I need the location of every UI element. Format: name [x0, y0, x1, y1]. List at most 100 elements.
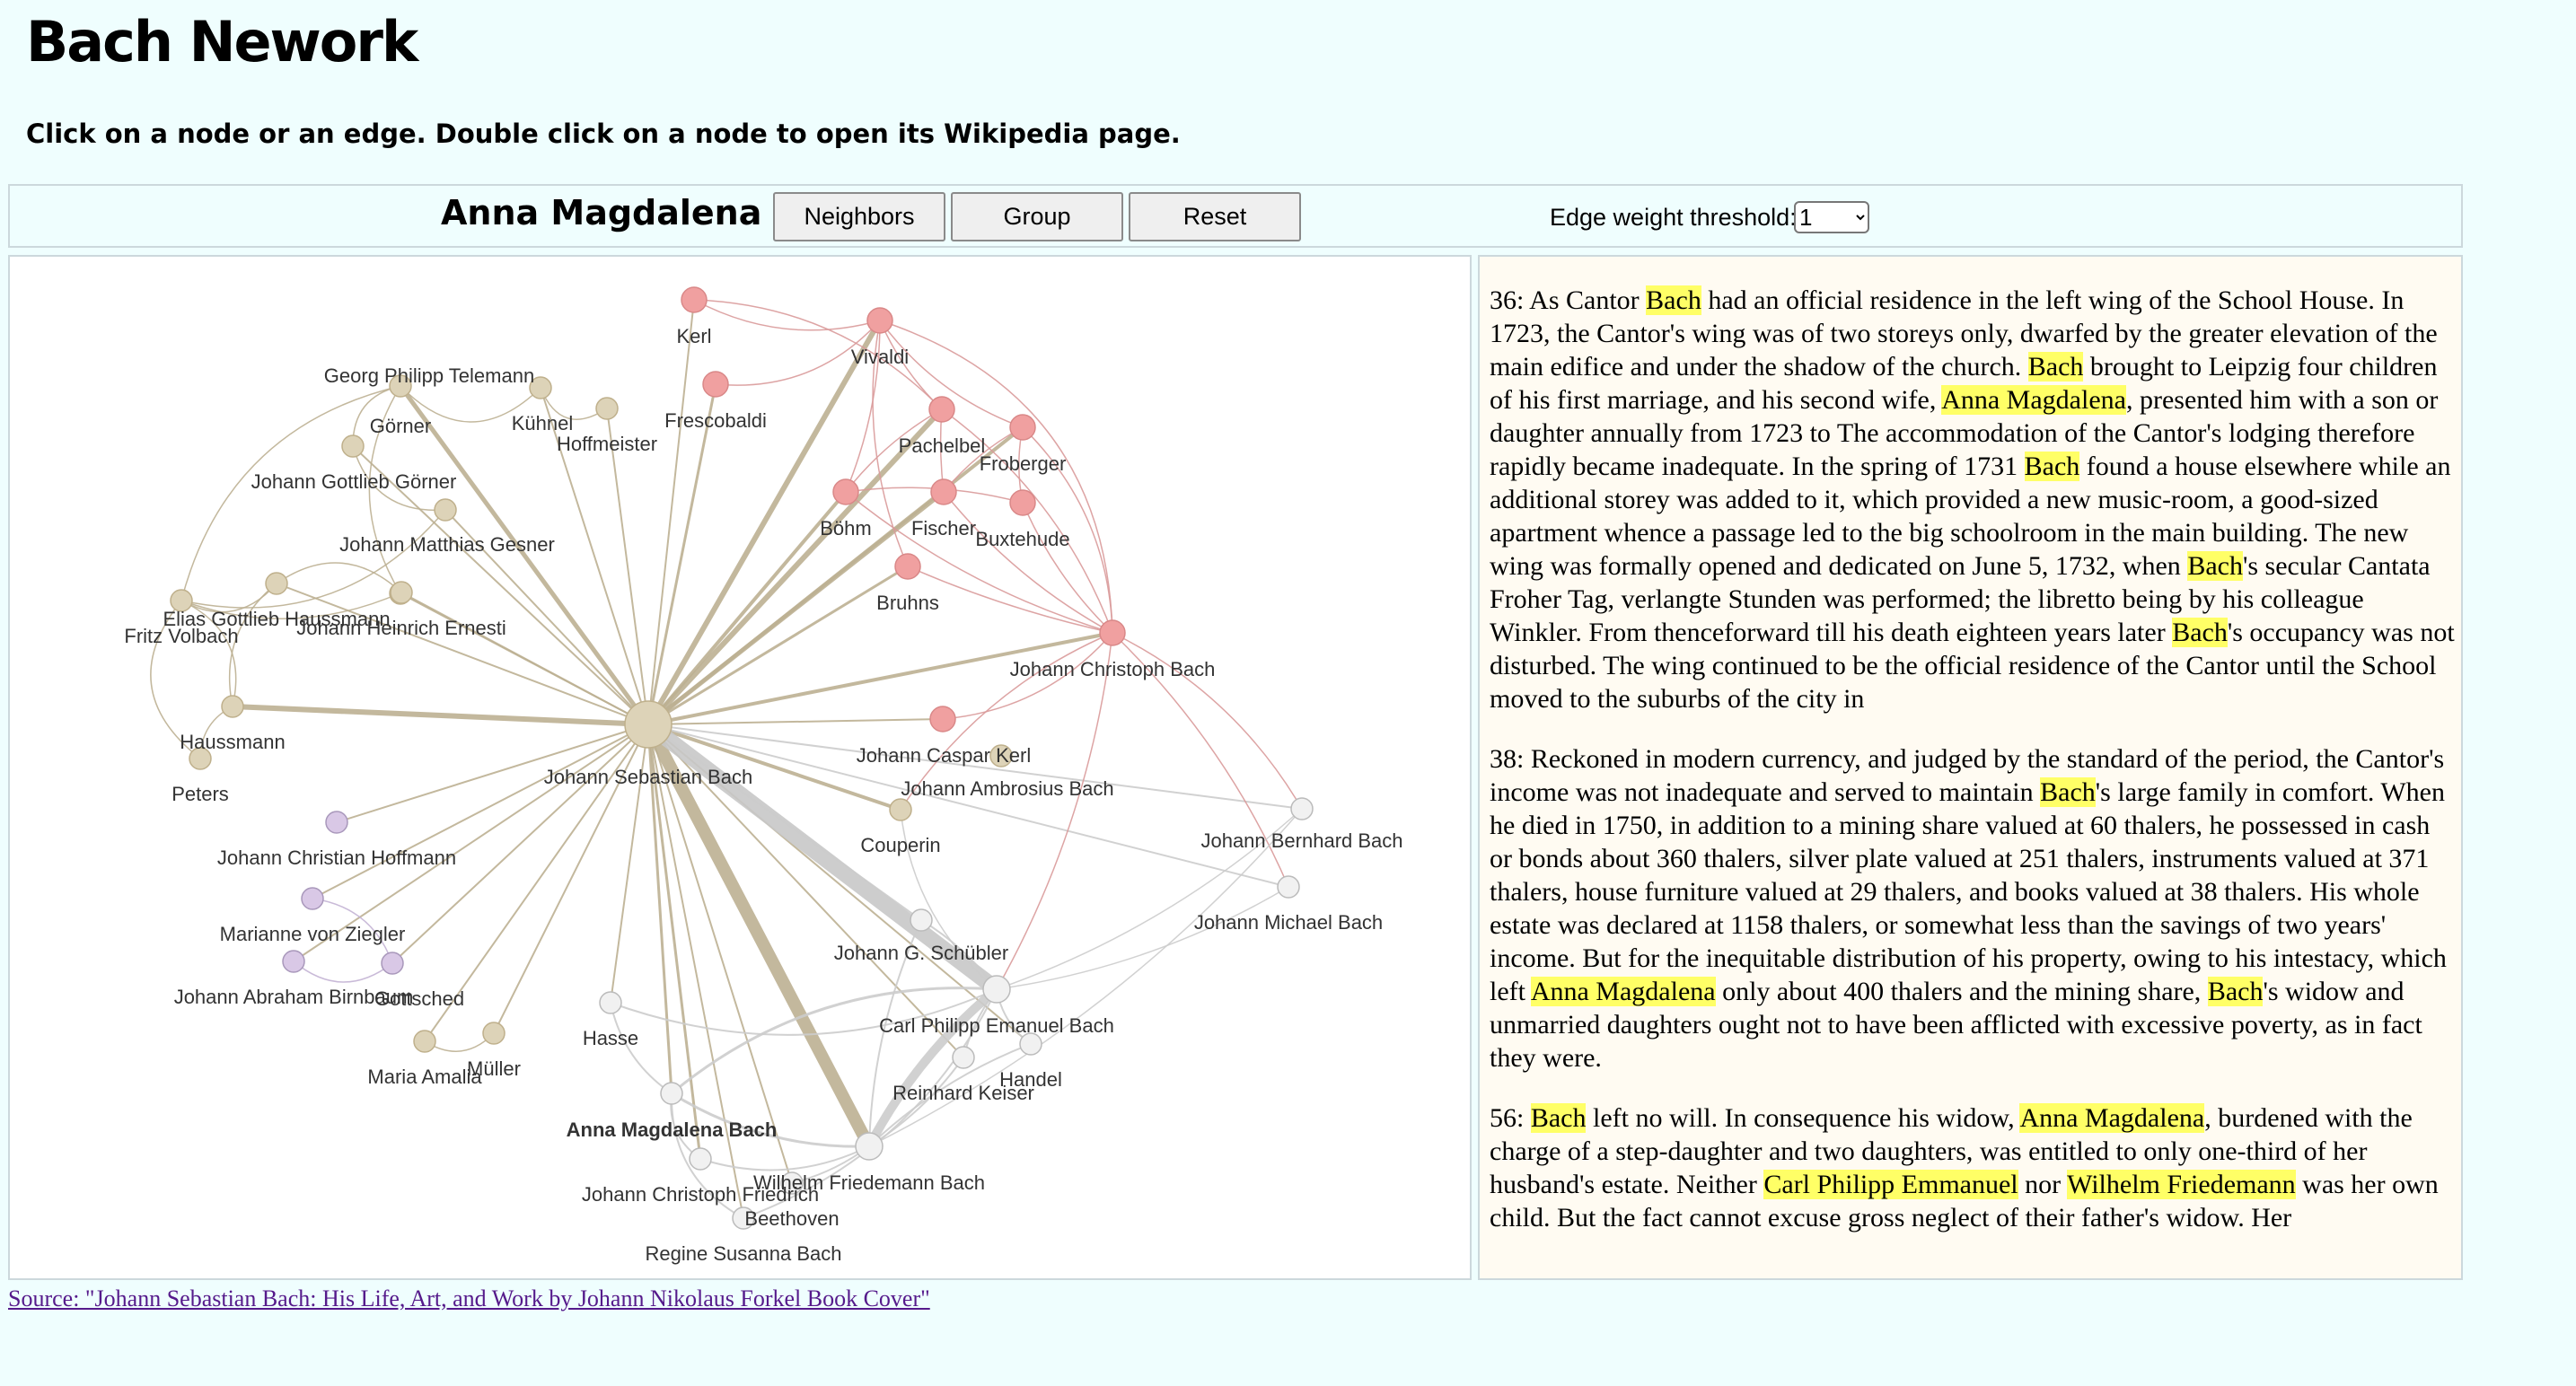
graph-node-label: Hasse — [583, 1027, 638, 1049]
highlighted-term: Anna Magdalena — [2019, 1103, 2205, 1133]
graph-node-label: Johann Ambrosius Bach — [901, 777, 1113, 800]
graph-node[interactable] — [689, 1147, 712, 1171]
graph-node-label: Johann Christian Hoffmann — [217, 847, 456, 869]
graph-edge[interactable] — [646, 383, 717, 725]
graph-node-label: Marianne von Ziegler — [220, 923, 406, 945]
highlighted-term: Bach — [1646, 285, 1701, 315]
graph-node[interactable] — [952, 1046, 975, 1069]
graph-node-label: Hoffmeister — [557, 433, 657, 455]
graph-node-label: Regine Susanna Bach — [646, 1242, 842, 1265]
graph-node[interactable] — [1009, 414, 1036, 441]
graph-node[interactable] — [282, 950, 305, 973]
graph-node[interactable] — [889, 798, 912, 821]
edge-weight-threshold-select[interactable]: 1 — [1794, 201, 1869, 233]
highlighted-term: Bach — [2027, 352, 2084, 382]
graph-node[interactable] — [928, 396, 955, 423]
passage-text: nor — [2018, 1170, 2068, 1199]
graph-node[interactable] — [930, 478, 957, 505]
graph-node[interactable] — [624, 700, 673, 749]
graph-node-label: Fritz Volbach — [124, 625, 238, 647]
graph-node-label: Kühnel — [512, 412, 574, 434]
graph-node-label: Buxtehude — [975, 528, 1069, 550]
graph-node-label: Couperin — [860, 834, 940, 856]
passage-text-panel: 36: As Cantor Bach had an official resid… — [1478, 255, 2463, 1280]
graph-node[interactable] — [910, 908, 933, 932]
graph-edge[interactable] — [276, 583, 649, 725]
graph-node-label: Gottsched — [374, 987, 464, 1010]
graph-edge[interactable] — [391, 724, 649, 964]
graph-edge[interactable] — [879, 320, 1113, 634]
graph-node[interactable] — [381, 952, 404, 975]
graph-labels: Johann Sebastian Bach Georg Philipp Telem… — [124, 325, 1402, 1265]
graph-edge[interactable] — [180, 385, 401, 601]
graph-node[interactable] — [265, 572, 288, 595]
instructions-text: Click on a node or an edge. Double click… — [26, 118, 1181, 149]
graph-node[interactable] — [599, 991, 622, 1014]
passage-2: 38: Reckoned in modern currency, and jud… — [1490, 742, 2456, 1075]
graph-node[interactable] — [390, 581, 413, 604]
graph-node-label: Fischer — [911, 517, 976, 539]
graph-node[interactable] — [434, 498, 457, 522]
passage-text: 56: — [1490, 1103, 1531, 1133]
passage-text: 36: As Cantor — [1490, 285, 1647, 315]
graph-node[interactable] — [221, 695, 244, 718]
graph-edge[interactable] — [312, 724, 649, 899]
graph-node-label: Johann Heinrich Ernesti — [296, 617, 506, 639]
graph-node[interactable] — [982, 975, 1011, 1004]
graph-node[interactable] — [855, 1132, 884, 1161]
highlighted-term: Anna Magdalena — [1941, 385, 2126, 415]
graph-node-label: Görner — [370, 415, 431, 437]
reset-button[interactable]: Reset — [1129, 192, 1301, 241]
graph-node-label: Kerl — [676, 325, 711, 347]
passage-1: 36: As Cantor Bach had an official resid… — [1490, 284, 2456, 715]
source-link[interactable]: Source: "Johann Sebastian Bach: His Life… — [8, 1285, 930, 1312]
graph-node-label: Anna Magdalena Bach — [567, 1118, 778, 1141]
graph-node-label: Johann Caspar Kerl — [857, 744, 1031, 767]
graph-node[interactable] — [1277, 875, 1300, 899]
graph-node[interactable] — [413, 1030, 436, 1053]
graph-node-label: Froberger — [980, 452, 1067, 475]
graph-node[interactable] — [832, 478, 859, 505]
network-graph[interactable]: Johann Sebastian Bach Georg Philipp Telem… — [10, 257, 1472, 1280]
graph-node[interactable] — [595, 397, 619, 420]
graph-node[interactable] — [301, 887, 324, 910]
graph-node-label: Johann Bernhard Bach — [1200, 829, 1402, 852]
graph-edge[interactable] — [293, 961, 393, 983]
graph-node-label: Wilhelm Friedemann Bach — [753, 1171, 985, 1194]
graph-node[interactable] — [341, 434, 365, 458]
graph-edge[interactable] — [232, 704, 649, 727]
graph-node-label: Johann Gottlieb Görner — [251, 470, 457, 493]
graph-node-label: Maria Amalia — [367, 1066, 482, 1088]
graph-node[interactable] — [929, 706, 956, 732]
network-graph-panel[interactable]: Johann Sebastian Bach Georg Philipp Telem… — [8, 255, 1472, 1280]
highlighted-term: Bach — [2187, 551, 2243, 581]
graph-edge[interactable] — [647, 565, 909, 726]
graph-edge[interactable] — [647, 718, 944, 725]
graph-node-label: Haussmann — [180, 731, 285, 753]
graph-node[interactable] — [681, 286, 708, 313]
graph-node-label: Johann G. Schübler — [834, 942, 1008, 964]
passage-3: 56: Bach left no will. In consequence hi… — [1490, 1101, 2456, 1234]
graph-node-label: Georg Philipp Telemann — [324, 364, 534, 387]
graph-node[interactable] — [1290, 797, 1314, 820]
graph-node[interactable] — [894, 553, 921, 580]
group-button[interactable]: Group — [951, 192, 1123, 241]
graph-node[interactable] — [866, 307, 893, 334]
graph-edges — [150, 299, 1303, 1219]
graph-node-label: Reinhard Keiser — [892, 1082, 1034, 1104]
graph-node[interactable] — [325, 811, 348, 834]
graph-edge[interactable] — [996, 632, 1113, 990]
graph-node[interactable] — [482, 1022, 506, 1045]
graph-node-label: Johann Michael Bach — [1194, 911, 1383, 934]
graph-node[interactable] — [1099, 619, 1126, 646]
neighbors-button[interactable]: Neighbors — [773, 192, 945, 241]
graph-node[interactable] — [660, 1082, 683, 1105]
graph-node[interactable] — [702, 371, 729, 398]
highlighted-term: Bach — [2172, 618, 2228, 647]
passage-text: 's large family in comfort. When he died… — [1490, 777, 2447, 1006]
graph-edge[interactable] — [400, 592, 649, 725]
page-title: Bach Nework — [26, 9, 418, 75]
passage-text: only about 400 thalers and the mining sh… — [1715, 977, 2208, 1006]
highlighted-term: Bach — [2024, 452, 2080, 481]
graph-node[interactable] — [1009, 489, 1036, 516]
